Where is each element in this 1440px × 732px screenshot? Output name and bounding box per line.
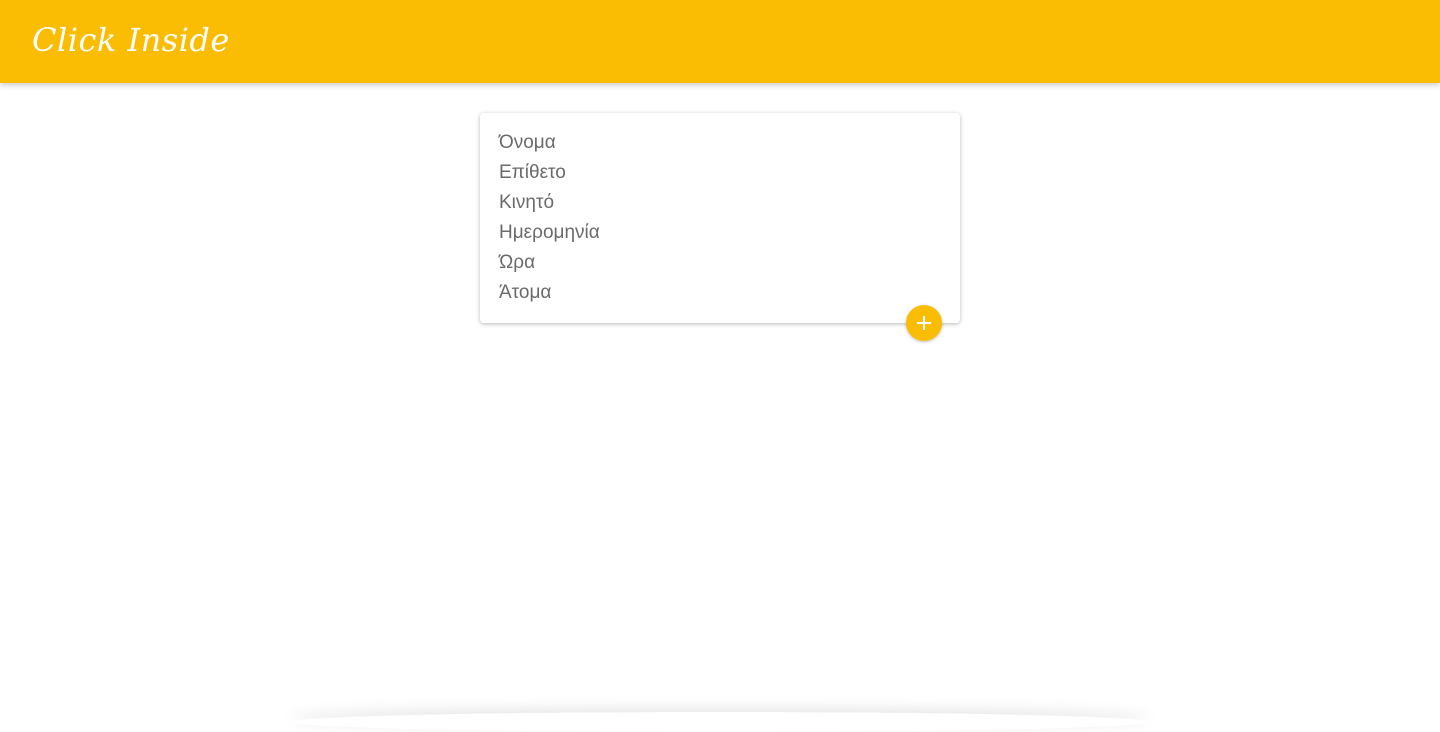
field-name[interactable]: Όνομα (499, 128, 600, 158)
form-card: Όνομα Επίθετο Κινητό Ημερομηνία Ώρα Άτομ… (480, 113, 960, 323)
field-surname[interactable]: Επίθετο (499, 158, 600, 188)
app-bar: Click Inside (0, 0, 1440, 83)
add-button[interactable] (906, 305, 942, 341)
field-date[interactable]: Ημερομηνία (499, 218, 600, 248)
field-list: Όνομα Επίθετο Κινητό Ημερομηνία Ώρα Άτομ… (499, 128, 600, 308)
field-time[interactable]: Ώρα (499, 248, 600, 278)
field-people[interactable]: Άτομα (499, 278, 600, 308)
bottom-sheet-edge (290, 712, 1150, 732)
field-mobile[interactable]: Κινητό (499, 188, 600, 218)
app-title: Click Inside (32, 21, 230, 59)
